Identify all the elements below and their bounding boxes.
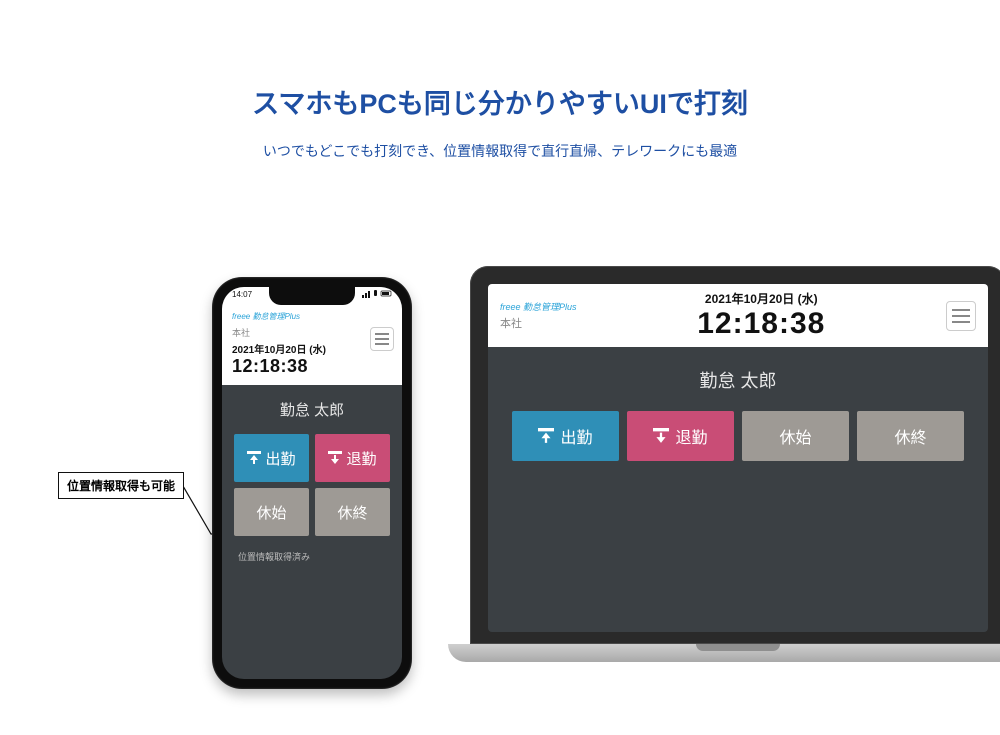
annotation-callout: 位置情報取得も可能 — [58, 472, 184, 499]
laptop-clock-in-button[interactable]: 出勤 — [512, 411, 619, 461]
laptop-menu-button[interactable] — [946, 301, 976, 331]
clock-in-icon — [538, 428, 554, 444]
laptop-header-left: freee 勤怠管理Plus 本社 — [500, 300, 577, 331]
laptop-clock-out-button[interactable]: 退勤 — [627, 411, 734, 461]
clock-out-icon — [328, 451, 342, 465]
laptop-clock-in-label: 出勤 — [560, 424, 592, 448]
phone-app-body: 勤怠 太郎 出勤 退勤 休始 休終 — [222, 385, 402, 577]
phone-break-end-button[interactable]: 休終 — [315, 488, 390, 536]
phone-device-frame: 14:07 freee 勤怠管理Plus 本社 2021年10月20日 (水) … — [212, 277, 412, 689]
laptop-app-header: freee 勤怠管理Plus 本社 2021年10月20日 (水) 12:18:… — [488, 284, 988, 347]
laptop-break-start-button[interactable]: 休始 — [742, 411, 849, 461]
phone-screen: 14:07 freee 勤怠管理Plus 本社 2021年10月20日 (水) … — [222, 287, 402, 679]
phone-location-label: 本社 — [232, 326, 392, 339]
phone-brand-label: freee 勤怠管理Plus — [232, 311, 392, 322]
phone-menu-button[interactable] — [370, 327, 394, 351]
laptop-device-frame: freee 勤怠管理Plus 本社 2021年10月20日 (水) 12:18:… — [448, 266, 1000, 662]
laptop-break-end-button[interactable]: 休終 — [857, 411, 964, 461]
laptop-time-label: 12:18:38 — [577, 307, 946, 341]
hamburger-icon — [952, 309, 970, 311]
laptop-lid: freee 勤怠管理Plus 本社 2021年10月20日 (水) 12:18:… — [470, 266, 1000, 644]
phone-clock-in-button[interactable]: 出勤 — [234, 434, 309, 482]
laptop-datetime-block: 2021年10月20日 (水) 12:18:38 — [577, 290, 946, 341]
laptop-break-start-label: 休始 — [779, 424, 811, 448]
phone-time-label: 12:18:38 — [232, 356, 392, 377]
phone-clock-out-label: 退勤 — [346, 448, 376, 469]
laptop-user-name: 勤怠 太郎 — [512, 367, 964, 393]
page-subheadline: いつでもどこでも打刻でき、位置情報取得で直行直帰、テレワークにも最適 — [0, 141, 1000, 161]
laptop-location-label: 本社 — [500, 315, 577, 331]
laptop-punch-buttons: 出勤 退勤 休始 休終 — [512, 411, 964, 461]
laptop-screen: freee 勤怠管理Plus 本社 2021年10月20日 (水) 12:18:… — [488, 284, 988, 632]
phone-user-name: 勤怠 太郎 — [234, 399, 390, 420]
laptop-base — [448, 644, 1000, 662]
clock-out-icon — [653, 428, 669, 444]
phone-status-time: 14:07 — [232, 290, 252, 300]
phone-clock-out-button[interactable]: 退勤 — [315, 434, 390, 482]
hamburger-icon — [375, 333, 389, 335]
laptop-app-body: 勤怠 太郎 出勤 退勤 休始 — [488, 347, 988, 481]
phone-status-icons — [362, 290, 392, 300]
laptop-clock-out-label: 退勤 — [675, 424, 707, 448]
laptop-break-end-label: 休終 — [894, 424, 926, 448]
phone-clock-in-label: 出勤 — [265, 448, 295, 469]
laptop-date-label: 2021年10月20日 (水) — [577, 290, 946, 307]
phone-date-label: 2021年10月20日 (水) — [232, 341, 392, 356]
phone-punch-buttons: 出勤 退勤 休始 休終 — [234, 434, 390, 536]
laptop-brand-label: freee 勤怠管理Plus — [500, 300, 577, 313]
phone-break-start-button[interactable]: 休始 — [234, 488, 309, 536]
clock-in-icon — [247, 451, 261, 465]
page-headline: スマホもPCも同じ分かりやすいUIで打刻 — [0, 82, 1000, 121]
phone-break-end-label: 休終 — [337, 502, 367, 523]
phone-geo-status: 位置情報取得済み — [234, 550, 390, 563]
phone-break-start-label: 休始 — [256, 502, 286, 523]
phone-status-bar: 14:07 — [232, 290, 392, 300]
